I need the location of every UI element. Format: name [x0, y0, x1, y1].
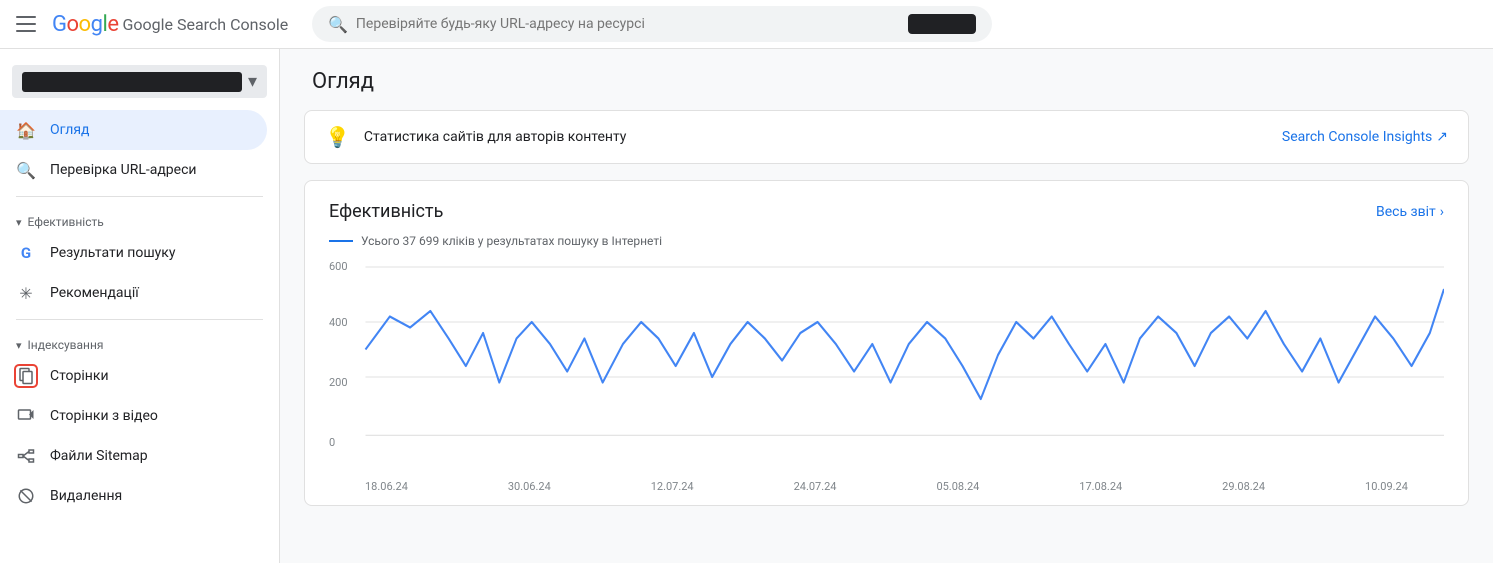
legend-text: Усього 37 699 кліків у результатах пошук… — [361, 234, 662, 248]
chart-area: 600 400 200 0 — [329, 256, 1444, 476]
header: Google Google Search Console 🔍 — [0, 0, 1493, 49]
x-label-7: 10.09.24 — [1365, 480, 1408, 493]
sidebar-item-url-check-label: Перевірка URL-адреси — [50, 162, 197, 178]
app-name: Google Search Console — [122, 15, 288, 34]
x-label-0: 18.06.24 — [365, 480, 408, 493]
home-icon: 🏠 — [16, 120, 36, 140]
sidebar-item-sitemap[interactable]: Файли Sitemap — [0, 436, 267, 476]
x-label-5: 17.08.24 — [1079, 480, 1122, 493]
sitemap-icon — [16, 446, 36, 466]
section-label-indexing: Індексування — [0, 326, 279, 356]
insights-link-text: Search Console Insights — [1282, 129, 1432, 145]
logo: Google Google Search Console — [52, 12, 288, 37]
x-label-3: 24.07.24 — [794, 480, 837, 493]
page-title-bar: Огляд — [280, 49, 1493, 110]
sidebar-item-video-pages-label: Сторінки з відео — [50, 408, 158, 424]
sidebar: ▾ 🏠 Огляд 🔍 Перевірка URL-адреси Ефектив… — [0, 49, 280, 563]
search-icon: 🔍 — [328, 15, 348, 34]
full-report-link[interactable]: Весь звіт › — [1376, 204, 1444, 220]
video-pages-icon — [16, 406, 36, 426]
google-g-icon: G — [16, 243, 36, 263]
search-icon: 🔍 — [16, 160, 36, 180]
search-value-masked — [908, 14, 976, 34]
insights-link[interactable]: Search Console Insights ↗ — [1282, 129, 1448, 145]
insights-banner: 💡 Статистика сайтів для авторів контенту… — [304, 110, 1469, 164]
sidebar-item-sitemap-label: Файли Sitemap — [50, 448, 148, 464]
sidebar-item-video-pages[interactable]: Сторінки з відео — [0, 396, 267, 436]
x-axis-labels: 18.06.24 30.06.24 12.07.24 24.07.24 05.0… — [329, 476, 1444, 493]
main-layout: ▾ 🏠 Огляд 🔍 Перевірка URL-адреси Ефектив… — [0, 49, 1493, 563]
sidebar-item-url-check[interactable]: 🔍 Перевірка URL-адреси — [0, 150, 267, 190]
hamburger-menu-button[interactable] — [16, 12, 40, 36]
y-label-400: 400 — [329, 316, 348, 329]
nav-divider-1 — [16, 196, 263, 197]
pages-icon — [16, 366, 36, 386]
url-search-input[interactable] — [356, 16, 900, 32]
chart-line — [365, 289, 1444, 399]
sidebar-item-pages[interactable]: Сторінки — [0, 356, 267, 396]
page-title: Огляд — [312, 69, 1461, 94]
x-label-6: 29.08.24 — [1222, 480, 1265, 493]
asterisk-icon: ✳ — [16, 283, 36, 303]
sidebar-item-recommendations-label: Рекомендації — [50, 285, 139, 301]
google-logo-letters: Google — [52, 12, 118, 37]
y-label-0: 0 — [329, 436, 335, 449]
sidebar-item-overview[interactable]: 🏠 Огляд — [0, 110, 267, 150]
property-name — [22, 72, 242, 92]
x-label-4: 05.08.24 — [936, 480, 979, 493]
x-label-2: 12.07.24 — [651, 480, 694, 493]
sidebar-item-search-results[interactable]: G Результати пошуку — [0, 233, 267, 273]
chevron-right-icon: › — [1440, 204, 1444, 220]
section-label-performance: Ефективність — [0, 203, 279, 233]
removal-icon — [16, 486, 36, 506]
full-report-link-text: Весь звіт — [1376, 204, 1436, 220]
chart-header: Ефективність Весь звіт › — [329, 201, 1444, 222]
y-label-600: 600 — [329, 260, 348, 273]
property-selector[interactable]: ▾ — [12, 65, 267, 98]
sidebar-item-pages-label: Сторінки — [50, 368, 109, 384]
sidebar-item-overview-label: Огляд — [50, 122, 89, 138]
sidebar-item-recommendations[interactable]: ✳ Рекомендації — [0, 273, 267, 313]
insights-text: Статистика сайтів для авторів контенту — [364, 129, 1268, 145]
chart-title: Ефективність — [329, 201, 443, 222]
chart-legend: Усього 37 699 кліків у результатах пошук… — [329, 234, 1444, 248]
sidebar-item-removal-label: Видалення — [50, 488, 122, 504]
sidebar-item-removal[interactable]: Видалення — [0, 476, 267, 516]
main-content: Огляд 💡 Статистика сайтів для авторів ко… — [280, 49, 1493, 563]
x-label-1: 30.06.24 — [508, 480, 551, 493]
performance-chart-card: Ефективність Весь звіт › Усього 37 699 к… — [304, 180, 1469, 506]
y-label-200: 200 — [329, 376, 348, 389]
bulb-icon: 💡 — [325, 125, 350, 149]
performance-chart-svg — [329, 256, 1444, 476]
nav-divider-2 — [16, 319, 263, 320]
sidebar-item-search-results-label: Результати пошуку — [50, 245, 175, 261]
header-left: Google Google Search Console — [16, 12, 296, 37]
chevron-down-icon: ▾ — [248, 71, 257, 92]
legend-line — [329, 240, 353, 242]
url-search-bar[interactable]: 🔍 — [312, 6, 992, 42]
external-link-icon: ↗ — [1436, 129, 1448, 145]
